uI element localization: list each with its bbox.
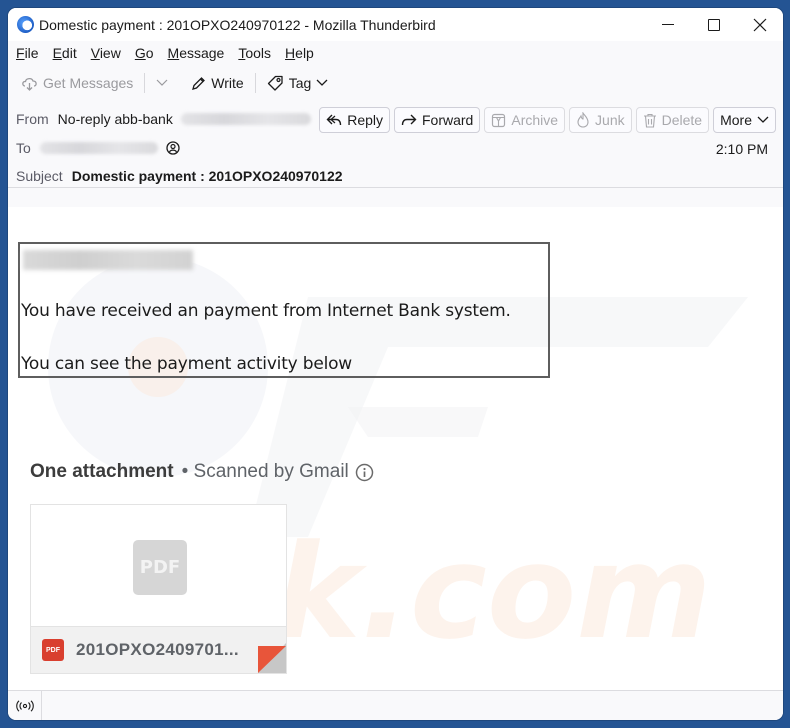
pencil-icon	[192, 76, 206, 90]
menu-accel: M	[167, 45, 180, 61]
archive-label: Archive	[511, 112, 559, 128]
menu-bar: File Edit View Go Message Tools Help	[8, 41, 783, 65]
get-messages-button[interactable]: Get Messages	[16, 71, 138, 95]
message-body: risk.com You have received an payment fr…	[8, 207, 783, 691]
attachment-heading: One attachment • Scanned by Gmail	[30, 461, 374, 483]
menu-label-rest: essage	[179, 45, 225, 61]
close-button[interactable]	[737, 8, 783, 41]
flame-icon	[577, 112, 589, 128]
scanned-label: • Scanned by Gmail	[181, 461, 349, 482]
junk-button[interactable]: Junk	[569, 107, 632, 133]
pdf-file-icon: PDF	[133, 540, 187, 595]
chevron-down-icon	[757, 116, 769, 123]
to-row: To	[16, 140, 180, 156]
add-contact-icon[interactable]	[166, 141, 180, 155]
tag-button[interactable]: Tag	[262, 71, 339, 95]
from-row: From No-reply abb-bank	[16, 111, 333, 127]
forward-icon	[401, 114, 417, 126]
main-toolbar: Get Messages Write Tag	[8, 65, 783, 101]
reply-label: Reply	[347, 112, 383, 128]
attachment-filename: 201OPXO2409701...	[76, 640, 239, 659]
subject-row: Subject Domestic payment : 201OPXO240970…	[16, 168, 343, 184]
menu-label-rest: iew	[99, 45, 121, 61]
page-fold-icon	[258, 643, 286, 673]
write-label: Write	[211, 75, 244, 91]
status-bar	[8, 690, 783, 720]
to-address-redacted	[39, 142, 158, 154]
email-body-line: You can see the payment activity below	[21, 354, 353, 374]
message-time: 2:10 PM	[715, 141, 768, 157]
forward-button[interactable]: Forward	[394, 107, 481, 133]
pdf-badge-icon: PDF	[42, 639, 64, 661]
thunderbird-window: Domestic payment : 201OPXO240970122 - Mo…	[8, 8, 783, 720]
maximize-button[interactable]	[691, 8, 737, 41]
menu-label-rest: ile	[24, 45, 39, 61]
minimize-button[interactable]	[645, 8, 691, 41]
trash-icon	[643, 113, 656, 128]
more-button[interactable]: More	[713, 107, 776, 133]
menu-file[interactable]: File	[16, 45, 39, 61]
menu-accel: H	[285, 45, 296, 61]
menu-label-rest: o	[145, 45, 154, 61]
reply-button[interactable]: Reply	[319, 107, 390, 133]
reply-icon	[326, 114, 342, 126]
subject-label: Subject	[16, 168, 63, 184]
tag-icon	[267, 75, 283, 91]
thunderbird-logo-icon	[17, 16, 34, 33]
chevron-down-icon	[316, 79, 328, 86]
archive-button[interactable]: Archive	[484, 107, 566, 133]
more-label: More	[720, 112, 752, 128]
menu-tools[interactable]: Tools	[238, 45, 271, 61]
junk-label: Junk	[595, 112, 625, 128]
menu-label-rest: ools	[245, 45, 272, 61]
delete-button[interactable]: Delete	[635, 107, 710, 133]
menu-view[interactable]: View	[91, 45, 121, 61]
info-icon[interactable]	[355, 463, 374, 482]
attachment-count: One attachment	[30, 461, 174, 482]
get-messages-dropdown[interactable]	[151, 75, 178, 91]
to-label: To	[16, 140, 31, 156]
message-actions: Reply Forward Archive Junk Delete More	[319, 107, 776, 133]
menu-edit[interactable]: Edit	[53, 45, 77, 61]
attachment-card[interactable]: PDF PDF 201OPXO2409701...	[30, 504, 287, 674]
subject-value: Domestic payment : 201OPXO240970122	[71, 168, 343, 184]
menu-accel: G	[134, 45, 146, 61]
delete-label: Delete	[661, 112, 703, 128]
menu-accel: V	[90, 45, 100, 61]
close-icon	[753, 18, 767, 31]
menu-go[interactable]: Go	[135, 45, 154, 61]
from-label: From	[16, 111, 49, 127]
message-header: From No-reply abb-bank To Subject Domest…	[8, 101, 783, 188]
menu-accel: F	[16, 45, 25, 61]
forward-label: Forward	[422, 112, 474, 128]
window-title: Domestic payment : 201OPXO240970122 - Mo…	[39, 16, 436, 33]
menu-accel: E	[52, 45, 62, 61]
cloud-download-icon	[22, 77, 37, 91]
minimize-icon	[662, 24, 674, 25]
chevron-down-icon	[156, 79, 168, 86]
maximize-icon	[708, 18, 720, 31]
online-status-button[interactable]	[8, 691, 42, 720]
broadcast-icon	[15, 699, 34, 712]
from-name[interactable]: No-reply abb-bank	[58, 111, 173, 127]
tag-label: Tag	[288, 75, 312, 91]
archive-icon	[492, 113, 506, 127]
window-controls	[645, 8, 783, 41]
email-body-line: You have received an payment from Intern…	[21, 301, 511, 321]
attachment-footer: PDF 201OPXO2409701...	[31, 626, 286, 673]
menu-help[interactable]: Help	[285, 45, 314, 61]
from-address-redacted	[180, 113, 311, 125]
get-messages-label: Get Messages	[43, 75, 134, 91]
toolbar-separator	[254, 73, 256, 93]
menu-label-rest: elp	[295, 45, 314, 61]
write-button[interactable]: Write	[186, 71, 248, 95]
recipient-email-redacted	[23, 250, 193, 270]
menu-message[interactable]: Message	[168, 45, 225, 61]
attachment-thumbnail: PDF	[31, 505, 286, 628]
email-content-box: You have received an payment from Intern…	[18, 242, 550, 378]
menu-label-rest: dit	[61, 45, 77, 61]
toolbar-separator	[144, 73, 146, 93]
title-bar: Domestic payment : 201OPXO240970122 - Mo…	[8, 8, 783, 41]
